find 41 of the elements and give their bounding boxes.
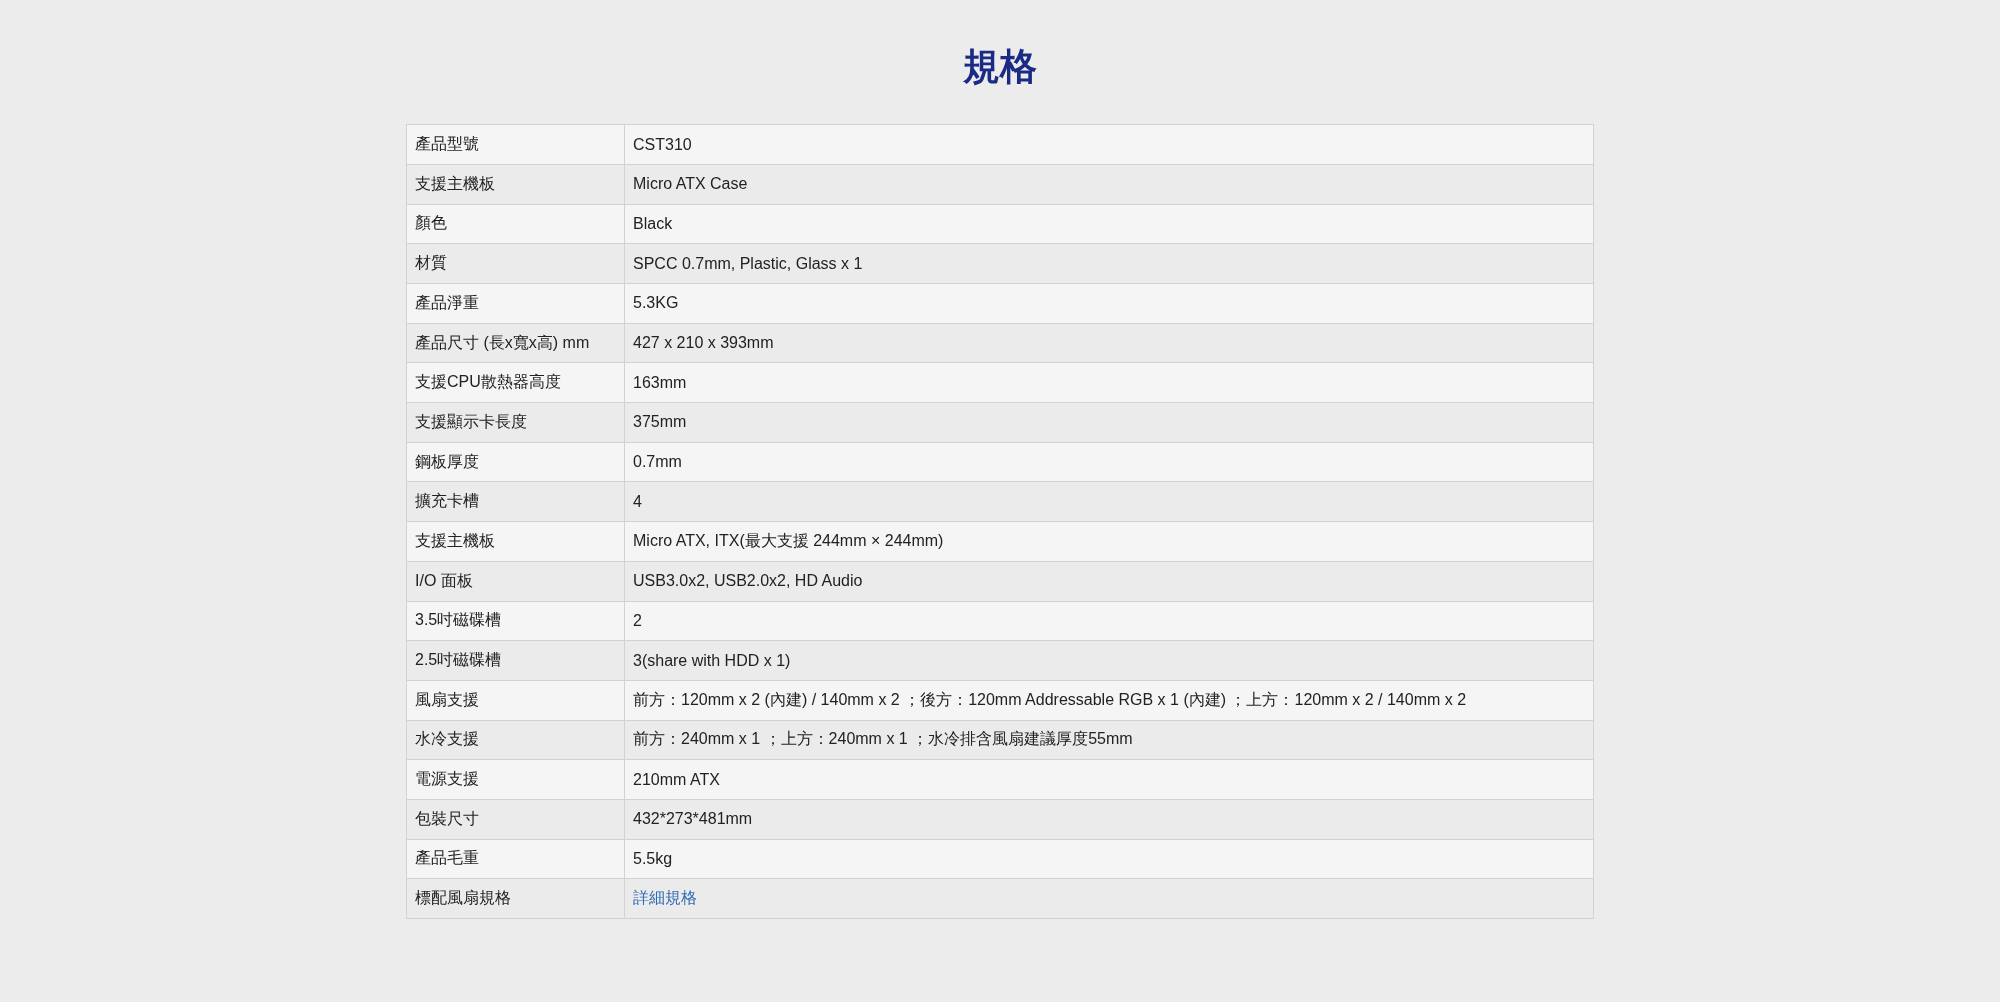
spec-value: 375mm [624,402,1594,443]
spec-label: 支援主機板 [406,164,625,205]
spec-value: 2 [624,601,1594,641]
spec-label: 電源支援 [406,759,625,800]
page-title: 規格 [963,45,1037,89]
spec-value: 427 x 210 x 393mm [624,323,1594,363]
spec-label: 鋼板厚度 [406,442,625,482]
spec-label: 水冷支援 [406,720,625,760]
spec-label: 產品毛重 [406,839,625,879]
spec-value: SPCC 0.7mm, Plastic, Glass x 1 [624,243,1594,284]
spec-value: 4 [624,481,1594,522]
spec-value: Micro ATX Case [624,164,1594,205]
spec-label: 3.5吋磁碟槽 [406,601,625,641]
spec-label: 支援主機板 [406,521,625,562]
spec-label: 顏色 [406,204,625,244]
details-link[interactable]: 詳細規格 [633,889,697,907]
spec-value: 3(share with HDD x 1) [624,640,1594,681]
spec-label: 風扇支援 [406,680,625,721]
spec-label: 支援顯示卡長度 [406,402,625,443]
spec-value: Black [624,204,1594,244]
spec-value: CST310 [624,124,1594,165]
spec-label: 產品淨重 [406,283,625,324]
spec-label: 產品尺寸 (長x寬x高) mm [406,323,625,363]
spec-value: 163mm [624,362,1594,403]
spec-label: 標配風扇規格 [406,878,625,919]
spec-label: 材質 [406,243,625,284]
spec-value: 前方：240mm x 1 ；上方：240mm x 1 ；水冷排含風扇建議厚度55mm [624,720,1594,760]
spec-value: 432*273*481mm [624,799,1594,840]
spec-label: 包裝尺寸 [406,799,625,840]
spec-label: 擴充卡槽 [406,481,625,522]
spec-value: Micro ATX, ITX(最大支援 244mm × 244mm) [624,521,1594,562]
spec-value: 210mm ATX [624,759,1594,800]
spec-label: I/O 面板 [406,561,625,601]
spec-value: 5.5kg [624,839,1594,879]
spec-label: 支援CPU散熱器高度 [406,362,625,403]
spec-value: 5.3KG [624,283,1594,324]
spec-value: 0.7mm [624,442,1594,482]
spec-label: 2.5吋磁碟槽 [406,640,625,681]
spec-value: USB3.0x2, USB2.0x2, HD Audio [624,561,1594,601]
spec-label: 產品型號 [406,124,625,165]
spec-value: 前方：120mm x 2 (內建) / 140mm x 2 ；後方：120mm Addressable RGB x 1 (內建) ；上方：120mm x 2 / 140mm x 2 [624,680,1594,721]
